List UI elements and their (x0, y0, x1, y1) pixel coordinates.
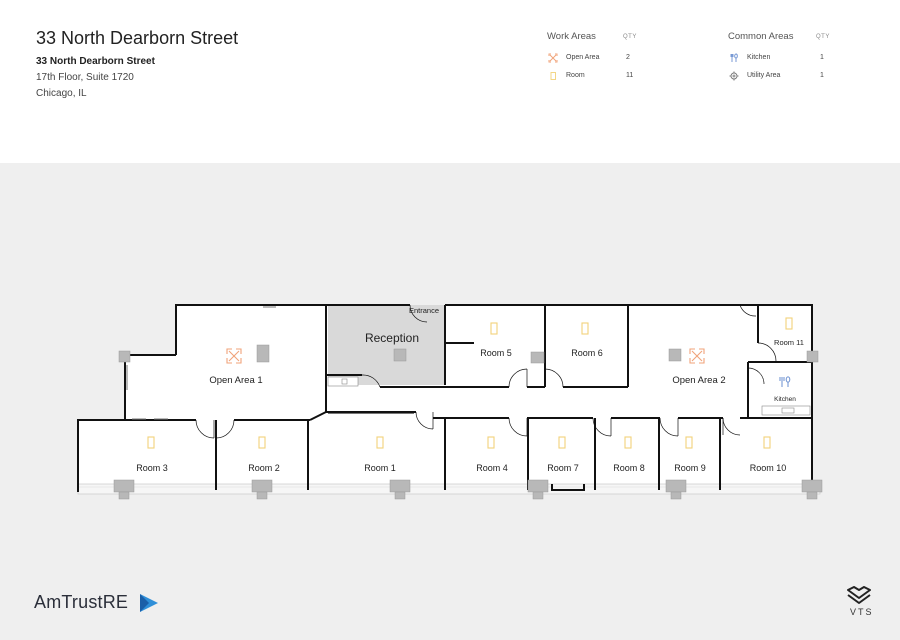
page-title: 33 North Dearborn Street (36, 28, 239, 48)
reception-floor (328, 305, 445, 385)
legend-label: Open Area (566, 54, 600, 61)
legend-item-room: Room 11 (548, 70, 648, 82)
label-room-9: Room 9 (674, 463, 706, 473)
legend-item-utility-area: Utility Area 1 (729, 70, 829, 82)
label-room-10: Room 10 (750, 463, 787, 473)
legend-common-areas-heading: Common Areas (728, 31, 794, 42)
kitchen-icon (730, 53, 738, 62)
label-room-1: Room 1 (364, 463, 396, 473)
label-room-2: Room 2 (248, 463, 280, 473)
address-line-2: 17th Floor, Suite 1720 (36, 72, 134, 83)
gear-icon (729, 71, 739, 81)
floor-plan: Open Area 1 Open Area 2 Reception Entran… (77, 304, 823, 500)
legend-work-areas-heading: Work Areas (547, 31, 596, 42)
address-line-3: Chicago, IL (36, 88, 87, 99)
label-open-area-1: Open Area 1 (209, 375, 262, 386)
legend-label: Room (566, 72, 585, 79)
room-icon (550, 72, 556, 80)
amtrust-logo-suffix: RE (102, 592, 129, 612)
label-room-5: Room 5 (480, 348, 512, 358)
label-open-area-2: Open Area 2 (672, 375, 725, 386)
legend-item-kitchen: Kitchen 1 (729, 52, 829, 64)
legend-count: 1 (820, 54, 824, 61)
kitchen-counter (761, 405, 811, 416)
amtrust-logo-text: AmTrust (34, 592, 103, 612)
floor-plan-area: Open Area 1 Open Area 2 Reception Entran… (0, 163, 900, 640)
legend-count: 1 (820, 72, 824, 79)
window-strip (77, 483, 821, 495)
reception-furniture (327, 376, 359, 387)
header: 33 North Dearborn Street 33 North Dearbo… (0, 0, 900, 163)
label-room-3: Room 3 (136, 463, 168, 473)
label-room-6: Room 6 (571, 348, 603, 358)
legend-label: Kitchen (747, 54, 771, 61)
amtrust-triangle-icon (140, 594, 158, 612)
legend-common-areas-qty-heading: QTY (816, 34, 830, 40)
legend-count: 11 (626, 72, 634, 79)
legend-work-areas-qty-heading: QTY (623, 34, 637, 40)
vts-logo-icon (847, 586, 871, 604)
label-room-8: Room 8 (613, 463, 645, 473)
amtrust-logo: AmTrustRE (34, 592, 128, 613)
label-entrance: Entrance (409, 306, 439, 315)
label-reception: Reception (365, 331, 419, 345)
legend-label: Utility Area (747, 72, 781, 79)
legend-item-open-area: Open Area 2 (548, 52, 648, 64)
label-room-11: Room 11 (774, 338, 804, 347)
vts-logo-text: VTS (850, 607, 874, 617)
label-room-7: Room 7 (547, 463, 579, 473)
legend-count: 2 (626, 54, 630, 61)
label-kitchen: Kitchen (774, 396, 796, 403)
open-area-icon (548, 53, 558, 63)
label-room-4: Room 4 (476, 463, 508, 473)
address-line-1: 33 North Dearborn Street (36, 56, 155, 67)
